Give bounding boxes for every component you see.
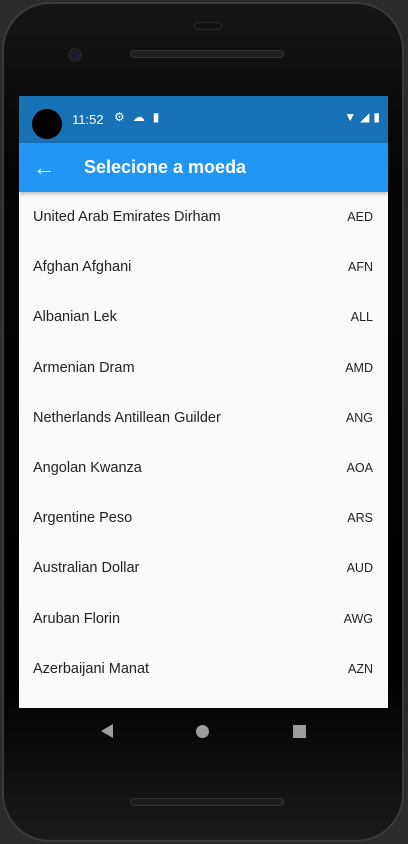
currency-code: AED	[347, 210, 373, 225]
top-slot	[194, 22, 222, 30]
currency-name: Afghan Afghani	[33, 259, 132, 276]
app-bar: ← Selecione a moeda	[19, 143, 388, 192]
status-bar: 11:52 ⚙ ☁ ▮ ▼ ◢ ▮	[19, 96, 388, 143]
currency-item[interactable]: Angolan Kwanza AOA	[19, 443, 388, 493]
bottom-speaker	[130, 798, 284, 806]
screen: 11:52 ⚙ ☁ ▮ ▼ ◢ ▮ ← Selecione a moeda Un…	[19, 96, 388, 708]
sd-card-icon: ▮	[152, 110, 160, 124]
currency-item[interactable]: Albanian Lek ALL	[19, 292, 388, 342]
currency-name: Netherlands Antillean Guilder	[33, 409, 221, 426]
currency-item[interactable]: Azerbaijani Manat AZN	[19, 644, 388, 694]
page-title: Selecione a moeda	[84, 157, 247, 177]
currency-item[interactable]: Aruban Florin AWG	[19, 594, 388, 644]
front-camera	[68, 48, 82, 62]
currency-code: ALL	[350, 310, 373, 325]
currency-list[interactable]: United Arab Emirates Dirham AED Afghan Afg…	[19, 192, 388, 694]
currency-item[interactable]: United Arab Emirates Dirham AED	[19, 192, 388, 242]
currency-name: United Arab Emirates Dirham	[33, 209, 221, 226]
top-speaker	[130, 50, 284, 58]
currency-code: AOA	[346, 461, 373, 476]
currency-code: ARS	[347, 511, 373, 526]
recents-icon[interactable]	[293, 724, 307, 738]
navigation-bar	[19, 708, 388, 754]
camera-punch-hole	[32, 109, 62, 139]
currency-item[interactable]: Netherlands Antillean Guilder ANG	[19, 393, 388, 443]
currency-name: Azerbaijani Manat	[33, 660, 150, 677]
currency-name: Armenian Dram	[33, 359, 135, 376]
currency-code: AUD	[346, 561, 373, 576]
currency-code: AWG	[343, 611, 373, 626]
currency-name: Angolan Kwanza	[33, 460, 142, 477]
currency-item[interactable]: Australian Dollar AUD	[19, 543, 388, 593]
back-icon[interactable]	[100, 724, 113, 738]
currency-item[interactable]: Afghan Afghani AFN	[19, 242, 388, 292]
currency-name: Argentine Peso	[33, 510, 133, 527]
home-icon[interactable]	[196, 724, 210, 738]
currency-code: AFN	[348, 260, 373, 275]
currency-code: ANG	[345, 410, 373, 425]
currency-name: Australian Dollar	[33, 560, 140, 577]
cloud-icon: ☁	[132, 110, 145, 124]
gear-icon: ⚙	[114, 110, 125, 124]
arrow-back-icon[interactable]: ←	[20, 155, 68, 181]
currency-code: AZN	[348, 661, 373, 676]
signal-icon: ◢	[360, 110, 370, 124]
currency-item[interactable]: Armenian Dram AMD	[19, 343, 388, 393]
wifi-icon: ▼	[344, 110, 357, 124]
battery-icon: ▮	[373, 110, 380, 124]
currency-item[interactable]: Argentine Peso ARS	[19, 493, 388, 543]
status-time: 11:52	[72, 112, 104, 127]
currency-name: Albanian Lek	[33, 309, 117, 326]
currency-code: AMD	[345, 360, 373, 375]
currency-name: Aruban Florin	[33, 610, 121, 627]
